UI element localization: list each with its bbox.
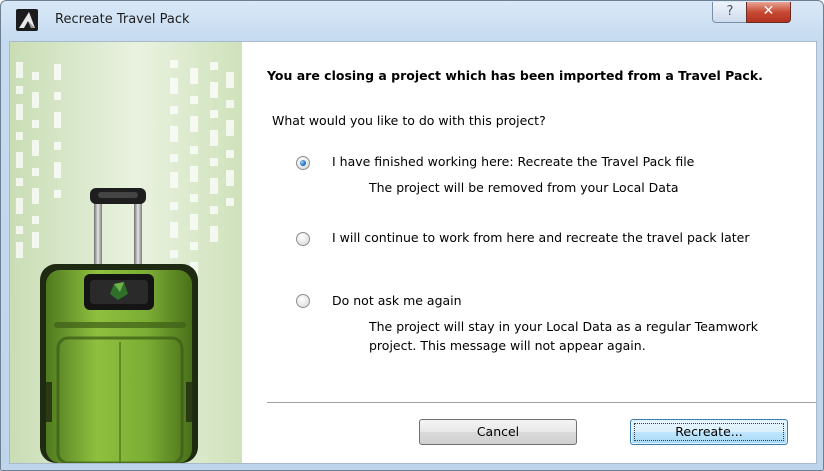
cancel-button[interactable]: Cancel — [419, 419, 577, 445]
option-do-not-ask-label[interactable]: Do not ask me again — [332, 293, 462, 308]
archicad-app-icon — [16, 9, 38, 31]
dialog-question: What would you like to do with this proj… — [272, 113, 546, 128]
option-do-not-ask-description-line-1: The project will stay in your Local Data… — [369, 319, 759, 334]
radio-continue-later[interactable] — [296, 232, 310, 246]
help-button[interactable]: ? — [712, 2, 748, 23]
button-separator — [267, 402, 816, 404]
dialog-window: Recreate Travel Pack ? ✕ You are closing… — [0, 0, 824, 471]
option-recreate-now-label[interactable]: I have finished working here: Recreate t… — [332, 154, 694, 169]
option-do-not-ask-description-line-2: project. This message will not appear ag… — [369, 338, 646, 353]
title-bar[interactable]: Recreate Travel Pack ? ✕ — [1, 1, 823, 41]
window-title: Recreate Travel Pack — [55, 12, 190, 27]
dialog-content: You are closing a project which has been… — [9, 41, 817, 464]
recreate-button[interactable]: Recreate... — [630, 419, 788, 445]
close-button[interactable]: ✕ — [746, 2, 791, 23]
radio-recreate-now[interactable] — [296, 156, 310, 170]
radio-do-not-ask[interactable] — [296, 294, 310, 308]
travel-pack-suitcase-image — [10, 42, 242, 463]
option-recreate-now-description: The project will be removed from your Lo… — [369, 180, 679, 195]
dialog-heading: You are closing a project which has been… — [267, 68, 763, 83]
option-continue-later-label[interactable]: I will continue to work from here and re… — [332, 230, 750, 245]
